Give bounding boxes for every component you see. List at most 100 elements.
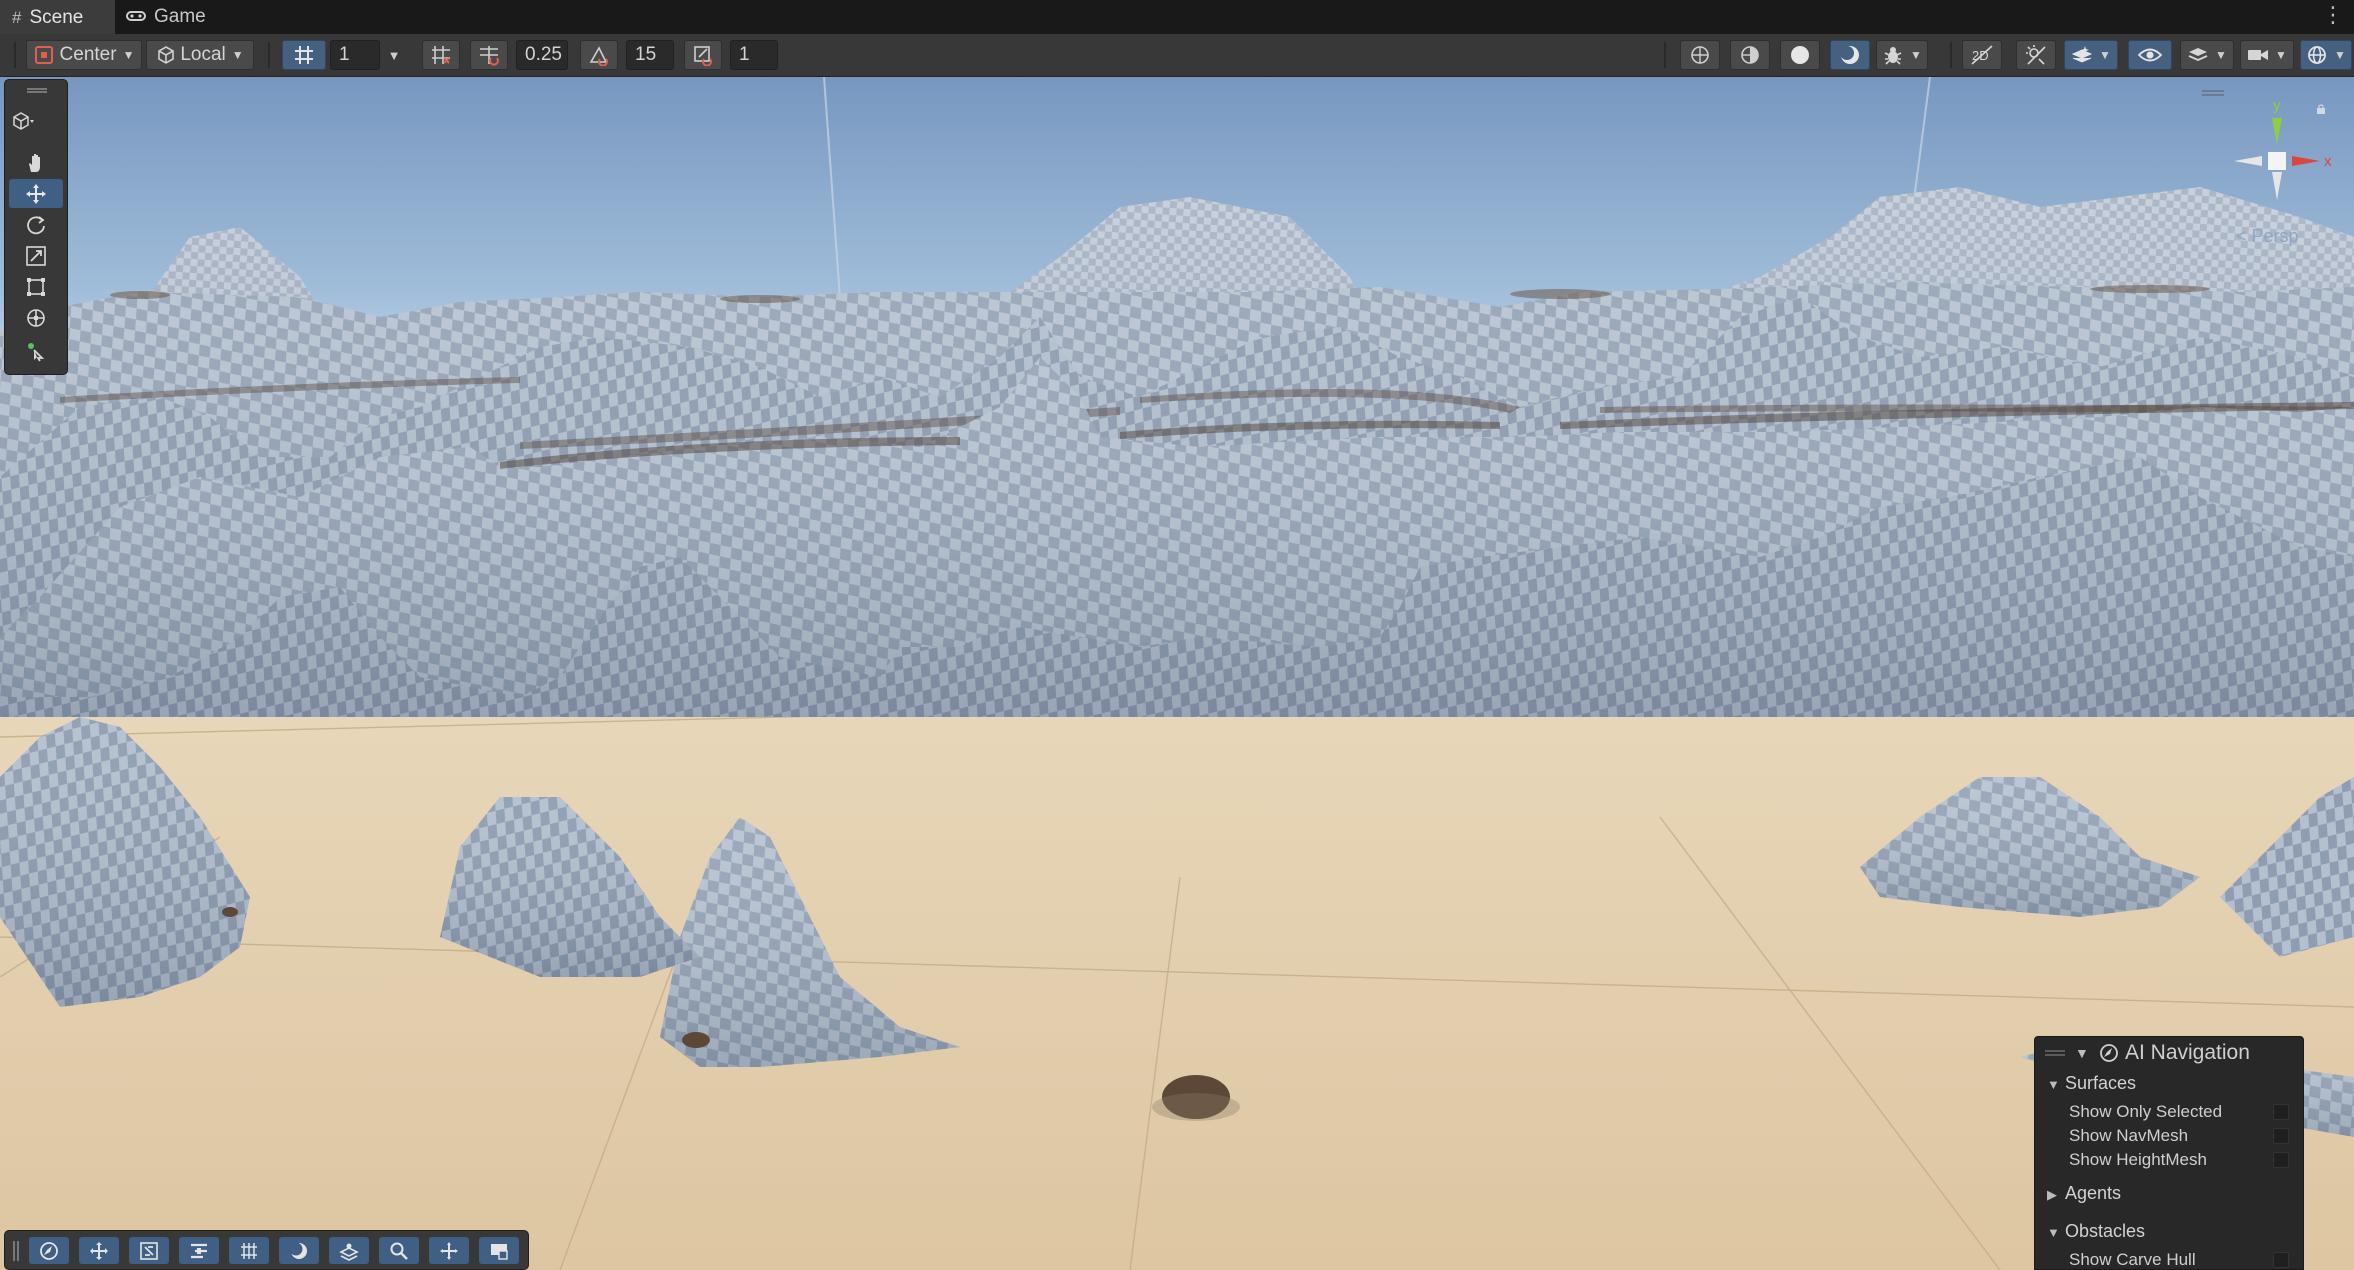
2d-toggle-button[interactable]: 2D xyxy=(1962,40,2002,70)
rect-transform-icon xyxy=(27,277,45,296)
show-only-selected-label: Show Only Selected xyxy=(2069,1102,2223,1121)
align-overlay-button[interactable] xyxy=(179,1237,219,1264)
show-carve-hull-checkbox[interactable] xyxy=(2273,1252,2289,1268)
scene-visibility-toggle[interactable] xyxy=(2128,40,2172,70)
overlays-toolbar xyxy=(4,1230,529,1270)
projection-toggle[interactable]: < Persp xyxy=(2236,226,2299,247)
gizmo-neg-x-axis[interactable] xyxy=(2234,156,2262,166)
surfaces-section-header[interactable]: ▼ Surfaces xyxy=(2047,1073,2136,1094)
agents-section-header[interactable]: ▶ Agents xyxy=(2047,1183,2121,1204)
compass-icon xyxy=(40,1241,58,1260)
tab-scene[interactable]: # Scene xyxy=(0,0,115,34)
lighting-overlay-button[interactable] xyxy=(279,1237,319,1264)
collapse-triangle-icon[interactable]: ▼ xyxy=(2075,1045,2089,1061)
chevron-down-icon: ▼ xyxy=(2334,48,2346,62)
tab-game-label: Game xyxy=(154,6,206,27)
rotate-snap-toggle[interactable] xyxy=(580,40,618,70)
move-overlay-button[interactable] xyxy=(79,1237,119,1264)
move-arrows-icon xyxy=(26,183,46,204)
more-options-icon[interactable]: ⋮ xyxy=(2322,4,2344,26)
scene-viewport[interactable] xyxy=(0,77,2354,1270)
gizmo-neg-y-axis[interactable] xyxy=(2272,172,2282,200)
move-snap-icon xyxy=(480,46,499,66)
gizmo-y-axis[interactable] xyxy=(2272,118,2282,144)
draw-mode-dropdown[interactable] xyxy=(13,112,35,135)
scene-camera-dropdown[interactable]: ▼ xyxy=(2240,40,2294,70)
navigation-overlay-button[interactable] xyxy=(329,1237,369,1264)
chevron-down-icon: ▼ xyxy=(2275,48,2287,62)
custom-tool[interactable] xyxy=(9,336,63,365)
layers-icon xyxy=(2188,48,2208,61)
pivot-rotation-value: Local xyxy=(180,44,226,65)
rotate-snap-field[interactable]: 15 xyxy=(626,40,674,70)
shaded-wire-sphere-icon xyxy=(1741,46,1759,64)
wireframe-shading-button[interactable] xyxy=(1680,40,1720,70)
grid-size-dropdown[interactable]: ▼ xyxy=(382,40,406,70)
transform-tool[interactable] xyxy=(9,303,63,332)
hand-icon xyxy=(29,153,40,172)
rotate-snap-value: 15 xyxy=(635,44,657,65)
pivot-mode-dropdown[interactable]: Center ▼ xyxy=(26,40,142,70)
bug-icon xyxy=(1884,47,1902,65)
overlay-drag-handle[interactable] xyxy=(13,1241,19,1261)
move-snap-field[interactable]: 0.25 xyxy=(516,40,568,70)
chevron-down-icon: ▼ xyxy=(387,47,401,63)
local-cube-icon xyxy=(158,46,175,64)
snap-overlay-button[interactable] xyxy=(129,1237,169,1264)
ai-navigation-panel: ▼ AI Navigation ▼ Surfaces Show Only Sele… xyxy=(2034,1036,2304,1270)
pivot-mode-value: Center xyxy=(59,44,117,65)
show-navmesh-checkbox[interactable] xyxy=(2273,1128,2289,1144)
nav-surface-icon xyxy=(339,1243,359,1261)
rect-tool[interactable] xyxy=(9,272,63,301)
hand-tool[interactable] xyxy=(9,148,63,177)
show-heightmesh-checkbox[interactable] xyxy=(2273,1152,2289,1168)
lock-icon[interactable] xyxy=(2316,104,2326,114)
show-only-selected-checkbox[interactable] xyxy=(2273,1104,2289,1120)
shaded-wireframe-button[interactable] xyxy=(1730,40,1770,70)
pivot-overlay-button[interactable] xyxy=(429,1237,469,1264)
scene-lighting-toggle[interactable] xyxy=(2016,40,2056,70)
lit-shading-button[interactable] xyxy=(1830,40,1870,70)
scale-snap-field[interactable]: 1 xyxy=(730,40,778,70)
moon-sphere-icon xyxy=(289,1242,307,1259)
gizmo-center-cube[interactable] xyxy=(2268,152,2286,170)
scene-effects-dropdown[interactable]: ▼ xyxy=(2064,40,2118,70)
debug-draw-mode-dropdown[interactable]: ▼ xyxy=(1876,40,1928,70)
show-heightmesh-label: Show HeightMesh xyxy=(2069,1150,2207,1169)
ai-navigation-header[interactable]: ▼ AI Navigation xyxy=(2035,1037,2303,1069)
tab-game[interactable]: Game xyxy=(122,0,232,34)
collapsed-triangle-icon: ▶ xyxy=(2047,1187,2057,1202)
increment-snap-toggle[interactable] xyxy=(422,40,460,70)
orientation-overlay-button[interactable] xyxy=(29,1237,69,1264)
grid-snapping-toggle[interactable] xyxy=(282,40,326,70)
gizmo-x-axis[interactable] xyxy=(2292,156,2320,166)
search-icon xyxy=(390,1242,408,1260)
pivot-rotation-dropdown[interactable]: Local ▼ xyxy=(146,40,254,70)
grid-overlay-button[interactable] xyxy=(229,1237,269,1264)
scale-tool[interactable] xyxy=(9,241,63,270)
2d-view-icon: 2D xyxy=(1971,45,1993,65)
layers-dropdown[interactable]: ▼ xyxy=(2180,40,2234,70)
obstacles-section-header[interactable]: ▼ Obstacles xyxy=(2047,1221,2145,1242)
shaded-button[interactable] xyxy=(1780,40,1820,70)
move-snap-toggle[interactable] xyxy=(470,40,508,70)
search-overlay-button[interactable] xyxy=(379,1237,419,1264)
move-tool[interactable] xyxy=(9,179,63,208)
show-navmesh-label: Show NavMesh xyxy=(2069,1126,2189,1145)
move-snap-value: 0.25 xyxy=(525,44,562,65)
rotate-tool[interactable] xyxy=(9,210,63,239)
camera-overlay-button[interactable] xyxy=(479,1237,519,1264)
scale-snap-toggle[interactable] xyxy=(684,40,722,70)
wireframe-sphere-icon xyxy=(1691,46,1709,64)
overlay-drag-handle[interactable] xyxy=(27,88,47,93)
camera-icon xyxy=(2248,50,2269,60)
grid-icon xyxy=(295,46,313,64)
grid-size-field[interactable]: 1 xyxy=(330,40,380,70)
scene-view-tabbar: # Scene Game ⋮ xyxy=(0,0,2354,34)
toolbar-separator xyxy=(1664,42,1666,68)
gamepad-icon xyxy=(126,7,146,27)
panel-drag-handle[interactable] xyxy=(2045,1050,2065,1056)
agents-label: Agents xyxy=(2065,1183,2122,1203)
chevron-down-icon: ▼ xyxy=(2099,48,2111,62)
gizmos-dropdown[interactable]: ▼ xyxy=(2300,40,2352,70)
